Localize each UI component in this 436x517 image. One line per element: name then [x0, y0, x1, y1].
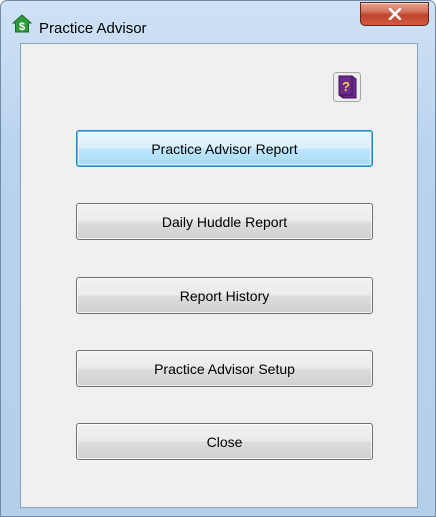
daily-huddle-report-button[interactable]: Daily Huddle Report	[76, 203, 373, 240]
practice-advisor-report-button[interactable]: Practice Advisor Report	[76, 130, 373, 167]
svg-text:?: ?	[342, 79, 350, 94]
practice-advisor-setup-button[interactable]: Practice Advisor Setup	[76, 350, 373, 387]
help-book-icon: ?	[333, 72, 361, 102]
close-button[interactable]: Close	[76, 423, 373, 460]
report-history-button[interactable]: Report History	[76, 277, 373, 314]
dialog-window: $ Practice Advisor ? Practice Advisor Re…	[0, 0, 436, 517]
dollar-house-icon: $	[11, 14, 33, 34]
close-icon	[388, 8, 402, 20]
title-bar[interactable]: $ Practice Advisor	[1, 1, 435, 43]
help-book-button[interactable]: ?	[333, 72, 361, 102]
svg-text:$: $	[19, 21, 25, 33]
window-title: Practice Advisor	[39, 20, 147, 37]
window-close-button[interactable]	[360, 2, 429, 26]
dialog-content: ? Practice Advisor Report Daily Huddle R…	[20, 43, 418, 508]
